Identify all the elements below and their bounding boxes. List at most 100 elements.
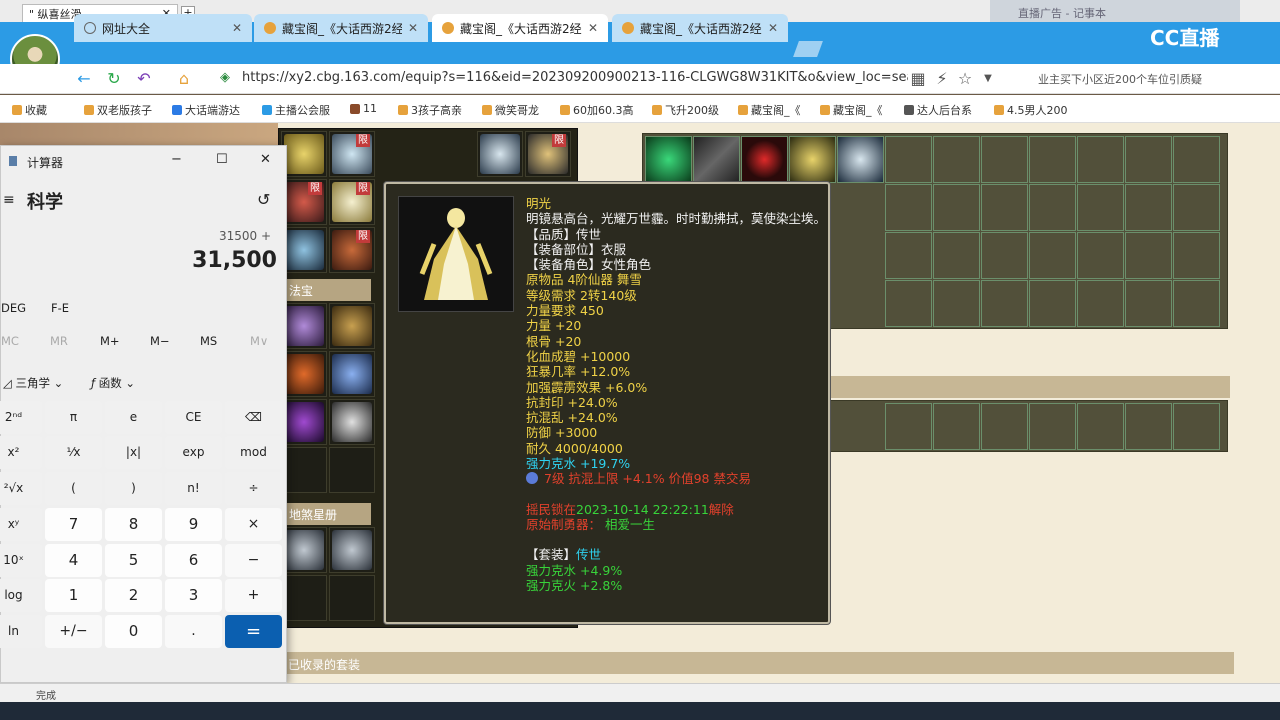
mlist-button[interactable]: M∨: [250, 334, 268, 348]
bag-slot[interactable]: [1173, 184, 1220, 231]
bag-slot[interactable]: [1125, 232, 1172, 279]
bag-slot[interactable]: [741, 136, 788, 183]
bag-slot[interactable]: [933, 136, 980, 183]
digit-9-button[interactable]: 9: [165, 508, 222, 541]
address-bar[interactable]: ◈ https://xy2.cbg.163.com/equip?s=116&ei…: [218, 67, 908, 89]
calc-key-button[interactable]: xʸ: [0, 508, 42, 541]
storage-slot[interactable]: [1029, 403, 1076, 450]
bookmark-item[interactable]: 双老版孩子: [84, 102, 152, 118]
calc-key-button[interactable]: x²: [0, 436, 42, 469]
mminus-button[interactable]: M−: [150, 334, 170, 348]
calc-key-button[interactable]: exp: [165, 436, 222, 469]
bag-slot[interactable]: [1029, 136, 1076, 183]
bag-slot[interactable]: [1029, 232, 1076, 279]
tab-cbg-3[interactable]: 藏宝阁_《大话西游2经典 ✕: [612, 14, 788, 42]
bag-slot[interactable]: [1125, 280, 1172, 327]
divide-button[interactable]: ÷: [225, 472, 282, 505]
storage-slot[interactable]: [1173, 403, 1220, 450]
digit-7-button[interactable]: 7: [45, 508, 102, 541]
bag-slot[interactable]: [981, 280, 1028, 327]
bookmark-item[interactable]: 达人后台系: [904, 102, 972, 118]
mplus-button[interactable]: M+: [100, 334, 120, 348]
calc-key-button[interactable]: ¹⁄x: [45, 436, 102, 469]
bag-slot[interactable]: [1077, 280, 1124, 327]
func-dropdown[interactable]: ƒ 函数 ⌄: [91, 375, 135, 391]
plus-button[interactable]: +: [225, 579, 282, 612]
digit-1-button[interactable]: 1: [45, 579, 102, 612]
tab-cbg-active[interactable]: 藏宝阁_《大话西游2经典 ✕: [432, 14, 608, 42]
bag-slot[interactable]: [885, 136, 932, 183]
bag-slot[interactable]: [1125, 136, 1172, 183]
star-icon[interactable]: ☆: [955, 69, 975, 89]
calc-key-button[interactable]: 2ⁿᵈ: [0, 401, 42, 434]
calc-key-button[interactable]: ²√x: [0, 472, 42, 505]
digit-8-button[interactable]: 8: [105, 508, 162, 541]
bag-slot[interactable]: [789, 136, 836, 183]
bag-slot[interactable]: [1173, 280, 1220, 327]
equip-slot[interactable]: 限: [281, 179, 327, 225]
bag-slot[interactable]: [1077, 232, 1124, 279]
lightning-icon[interactable]: ⚡: [932, 69, 952, 89]
fe-toggle[interactable]: F-E: [51, 301, 69, 315]
digit-0-button[interactable]: 0: [105, 615, 162, 648]
calc-key-button[interactable]: mod: [225, 436, 282, 469]
backspace-button[interactable]: ⌫: [225, 401, 282, 434]
bag-slot[interactable]: [933, 280, 980, 327]
calc-key-button[interactable]: π: [45, 401, 102, 434]
bookmark-item[interactable]: 60加60.3高: [560, 102, 634, 118]
star-card-slot[interactable]: [329, 575, 375, 621]
bag-slot[interactable]: [885, 280, 932, 327]
bag-slot[interactable]: [885, 184, 932, 231]
star-card-slot[interactable]: [329, 527, 375, 573]
storage-slot[interactable]: [933, 403, 980, 450]
bag-slot[interactable]: [1029, 184, 1076, 231]
tab-cbg-1[interactable]: 藏宝阁_《大话西游2经典 ✕: [254, 14, 428, 42]
bookmark-item[interactable]: 大话端游达: [172, 102, 240, 118]
bag-slot[interactable]: [981, 232, 1028, 279]
storage-slot[interactable]: [1077, 403, 1124, 450]
bag-slot[interactable]: [1029, 280, 1076, 327]
bookmark-item[interactable]: 飞升200级: [652, 102, 719, 118]
calc-key-button[interactable]: log: [0, 579, 42, 612]
chevron-down-icon[interactable]: ▼: [978, 69, 998, 89]
bag-slot[interactable]: [885, 232, 932, 279]
decimal-button[interactable]: .: [165, 615, 222, 648]
news-ticker[interactable]: 业主买下小区近200个车位引质疑: [1018, 67, 1268, 89]
fabao-slot[interactable]: [329, 303, 375, 349]
bag-slot[interactable]: [981, 136, 1028, 183]
bag-slot[interactable]: [693, 136, 740, 183]
deg-toggle[interactable]: DEG: [1, 301, 26, 315]
tab-site-directory[interactable]: 网址大全 ✕: [74, 14, 252, 42]
multiply-button[interactable]: ×: [225, 508, 282, 541]
maximize-button[interactable]: ☐: [216, 152, 228, 167]
bag-slot[interactable]: [1125, 184, 1172, 231]
bookmark-item[interactable]: 藏宝阁_《: [820, 102, 883, 118]
digit-3-button[interactable]: 3: [165, 579, 222, 612]
undo-icon[interactable]: ↶: [134, 69, 154, 89]
fabao-slot[interactable]: [281, 303, 327, 349]
bag-slot[interactable]: [981, 184, 1028, 231]
tab-close-icon[interactable]: ✕: [768, 21, 778, 35]
bookmark-item[interactable]: 微笑哥龙: [482, 102, 539, 118]
close-button[interactable]: ✕: [260, 152, 271, 167]
equip-slot[interactable]: 限: [329, 131, 375, 177]
bag-slot[interactable]: [933, 232, 980, 279]
bookmark-item[interactable]: 3孩子高亲: [398, 102, 462, 118]
back-icon[interactable]: ←: [74, 69, 94, 89]
clear-entry-button[interactable]: CE: [165, 401, 222, 434]
fabao-slot[interactable]: [329, 447, 375, 493]
bag-slot[interactable]: [1077, 184, 1124, 231]
digit-2-button[interactable]: 2: [105, 579, 162, 612]
digit-5-button[interactable]: 5: [105, 544, 162, 577]
ms-button[interactable]: MS: [200, 334, 217, 348]
mr-button[interactable]: MR: [50, 334, 68, 348]
calc-key-button[interactable]: ln: [0, 615, 42, 648]
calc-key-button[interactable]: e: [105, 401, 162, 434]
equip-slot[interactable]: [281, 131, 327, 177]
history-icon[interactable]: ↺: [257, 190, 270, 209]
bookmark-item[interactable]: 11: [350, 102, 377, 115]
calc-key-button[interactable]: |x|: [105, 436, 162, 469]
storage-slot[interactable]: [885, 403, 932, 450]
bookmark-item[interactable]: 主播公会服: [262, 102, 330, 118]
bag-slot[interactable]: [837, 136, 884, 183]
